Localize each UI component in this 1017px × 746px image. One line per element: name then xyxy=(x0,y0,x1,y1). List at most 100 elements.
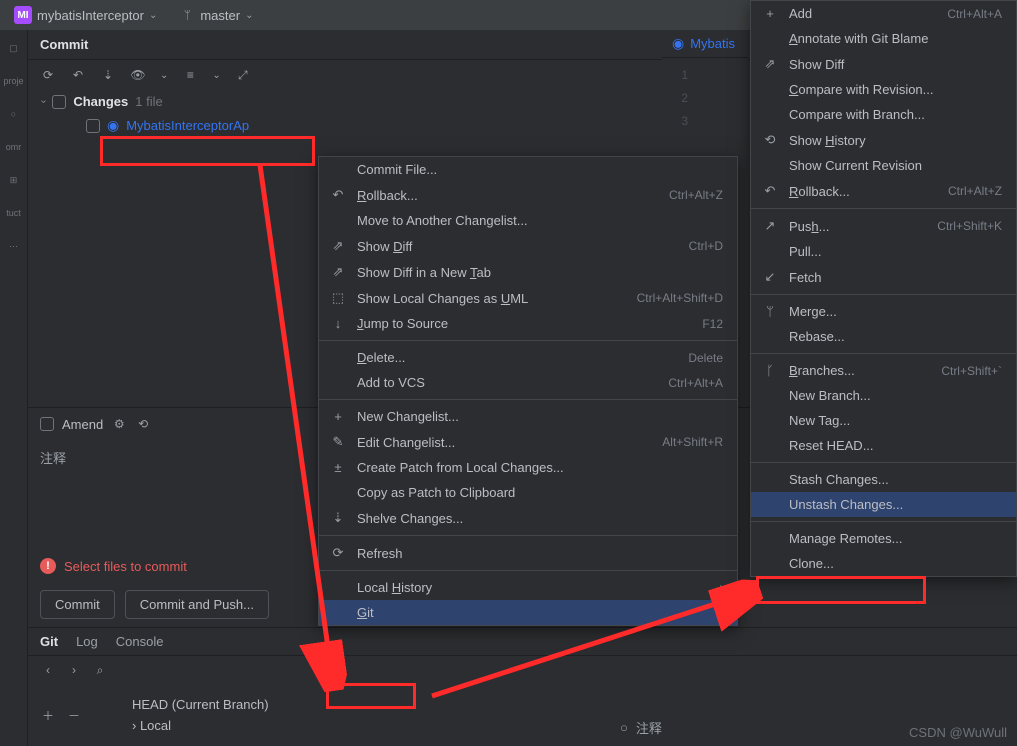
menu-icon: ↗ xyxy=(761,218,779,234)
menu-icon: ᚴ xyxy=(761,363,779,378)
menu-item[interactable]: ⇗ Show Diff in a New Tab xyxy=(319,259,737,285)
menu-item[interactable]: ↶Rollback...Ctrl+Alt+Z xyxy=(319,182,737,208)
eye-icon[interactable]: 👁 xyxy=(130,67,146,83)
group-icon[interactable]: ≡ xyxy=(182,67,198,83)
tab-git[interactable]: Git xyxy=(40,634,58,649)
menu-label: Delete... xyxy=(357,350,405,365)
menu-item[interactable]: ↓Jump to SourceF12 xyxy=(319,311,737,336)
menu-item[interactable]: +AddCtrl+Alt+A xyxy=(751,1,1016,26)
shortcut: Ctrl+Alt+Z xyxy=(948,184,1002,198)
menu-item[interactable]: Pull... xyxy=(751,239,1016,264)
project-selector[interactable]: MI mybatisInterceptor ⌄ xyxy=(8,4,163,26)
menu-item[interactable]: Copy as Patch to Clipboard xyxy=(319,480,737,505)
editor-tab[interactable]: ◉ Mybatis xyxy=(662,30,748,58)
menu-icon: ⟳ xyxy=(329,545,347,561)
branch-selector[interactable]: ᛘ master ⌄ xyxy=(173,5,259,25)
menu-icon: ⇗ xyxy=(329,264,347,280)
menu-item[interactable]: Delete... Delete xyxy=(319,345,737,370)
history-icon[interactable]: ⟲ xyxy=(135,416,151,432)
menu-item[interactable]: Commit File... xyxy=(319,157,737,182)
menu-label: Clone... xyxy=(789,556,834,571)
amend-label: Amend xyxy=(62,417,103,432)
menu-item[interactable]: Local History› xyxy=(319,575,737,600)
commit-button[interactable]: Commit xyxy=(40,590,115,619)
menu-item[interactable]: ᛘMerge... xyxy=(751,299,1016,324)
menu-item[interactable]: Manage Remotes... xyxy=(751,526,1016,551)
menu-item[interactable]: Add to VCSCtrl+Alt+A xyxy=(319,370,737,395)
menu-item[interactable]: ᚴBranches...Ctrl+Shift+` xyxy=(751,358,1016,383)
shortcut: Ctrl+Alt+Shift+D xyxy=(637,291,723,305)
menu-label: Commit File... xyxy=(357,162,437,177)
menu-item[interactable]: ⇗Show Diff xyxy=(751,51,1016,77)
menu-item[interactable]: New Branch... xyxy=(751,383,1016,408)
menu-label: Edit Changelist... xyxy=(357,435,455,450)
plus-icon[interactable]: ＋ xyxy=(40,707,56,723)
project-name: mybatisInterceptor xyxy=(37,8,144,23)
menu-item[interactable]: Stash Changes... xyxy=(751,467,1016,492)
log-note: 注释 xyxy=(636,718,662,737)
menu-item[interactable]: Git› xyxy=(319,600,737,625)
gear-icon[interactable]: ⚙ xyxy=(111,416,127,432)
branch-head[interactable]: HEAD (Current Branch) xyxy=(132,694,269,715)
menu-item[interactable]: ⬚Show Local Changes as UMLCtrl+Alt+Shift… xyxy=(319,285,737,311)
shortcut: Ctrl+Alt+Z xyxy=(669,188,723,202)
menu-item[interactable]: Compare with Revision... xyxy=(751,77,1016,102)
collapse-icon[interactable]: ⤢ xyxy=(235,67,251,83)
branch-local[interactable]: › Local xyxy=(132,715,269,736)
menu-label: Unstash Changes... xyxy=(789,497,903,512)
menu-item[interactable]: Move to Another Changelist... xyxy=(319,208,737,233)
tab-console[interactable]: Console xyxy=(116,634,164,649)
menu-item[interactable]: Compare with Branch... xyxy=(751,102,1016,127)
menu-item[interactable]: +New Changelist... xyxy=(319,404,737,429)
menu-item[interactable]: ↙Fetch xyxy=(751,264,1016,290)
menu-item[interactable]: Unstash Changes... xyxy=(751,492,1016,517)
menu-item[interactable]: ⇣Shelve Changes... xyxy=(319,505,737,531)
menu-item[interactable]: Show Current Revision xyxy=(751,153,1016,178)
checkbox[interactable] xyxy=(86,119,100,133)
rollback-icon[interactable]: ↶ xyxy=(70,67,86,83)
menu-icon: ⬚ xyxy=(329,290,347,306)
tab-log[interactable]: Log xyxy=(76,634,98,649)
menu-item[interactable]: ↶Rollback...Ctrl+Alt+Z xyxy=(751,178,1016,204)
structure-icon[interactable]: ⊞ xyxy=(4,170,24,190)
menu-label: Compare with Branch... xyxy=(789,107,925,122)
commit-and-push-button[interactable]: Commit and Push... xyxy=(125,590,269,619)
folder-icon[interactable]: ▢ xyxy=(4,38,24,58)
menu-label: Copy as Patch to Clipboard xyxy=(357,485,515,500)
chevron-right-icon[interactable]: › xyxy=(66,662,82,678)
search-icon[interactable]: ⌕ xyxy=(92,662,108,678)
chevron-right-icon: › xyxy=(720,582,723,593)
chevron-down-icon[interactable]: ⌄ xyxy=(212,70,220,81)
commit-icon[interactable]: ○ xyxy=(4,104,24,124)
context-menu: Commit File... ↶Rollback...Ctrl+Alt+ZMove… xyxy=(318,156,738,626)
more-icon[interactable]: ⋯ xyxy=(4,236,24,256)
refresh-icon[interactable]: ⟳ xyxy=(40,67,56,83)
menu-item[interactable]: ⇗Show DiffCtrl+D xyxy=(319,233,737,259)
menu-icon: ↶ xyxy=(329,187,347,203)
chevron-left-icon[interactable]: ‹ xyxy=(40,662,56,678)
menu-item[interactable]: ✎Edit Changelist...Alt+Shift+R xyxy=(319,429,737,455)
amend-checkbox[interactable] xyxy=(40,417,54,431)
menu-label: Pull... xyxy=(789,244,822,259)
menu-icon: ⇗ xyxy=(329,238,347,254)
menu-item[interactable]: Clone... xyxy=(751,551,1016,576)
menu-item[interactable]: ⟳Refresh xyxy=(319,540,737,566)
shortcut: F12 xyxy=(702,317,723,331)
menu-item[interactable]: Annotate with Git Blame xyxy=(751,26,1016,51)
menu-item[interactable]: Rebase... xyxy=(751,324,1016,349)
menu-label: New Branch... xyxy=(789,388,871,403)
shortcut: Ctrl+Alt+A xyxy=(668,376,723,390)
menu-label: New Changelist... xyxy=(357,409,459,424)
shortcut: Ctrl+D xyxy=(689,239,723,253)
menu-item[interactable]: ↗Push...Ctrl+Shift+K xyxy=(751,213,1016,239)
menu-item[interactable]: New Tag... xyxy=(751,408,1016,433)
chevron-down-icon[interactable]: ⌄ xyxy=(160,70,168,81)
menu-item[interactable]: Reset HEAD... xyxy=(751,433,1016,458)
shortcut: Delete xyxy=(688,351,723,365)
menu-item[interactable]: ⟲Show History xyxy=(751,127,1016,153)
menu-item[interactable]: ±Create Patch from Local Changes... xyxy=(319,455,737,480)
minus-icon[interactable]: － xyxy=(66,707,82,723)
menu-label: Show Diff in a New Tab xyxy=(357,265,491,280)
shelve-icon[interactable]: ⇣ xyxy=(100,67,116,83)
checkbox[interactable] xyxy=(52,95,66,109)
